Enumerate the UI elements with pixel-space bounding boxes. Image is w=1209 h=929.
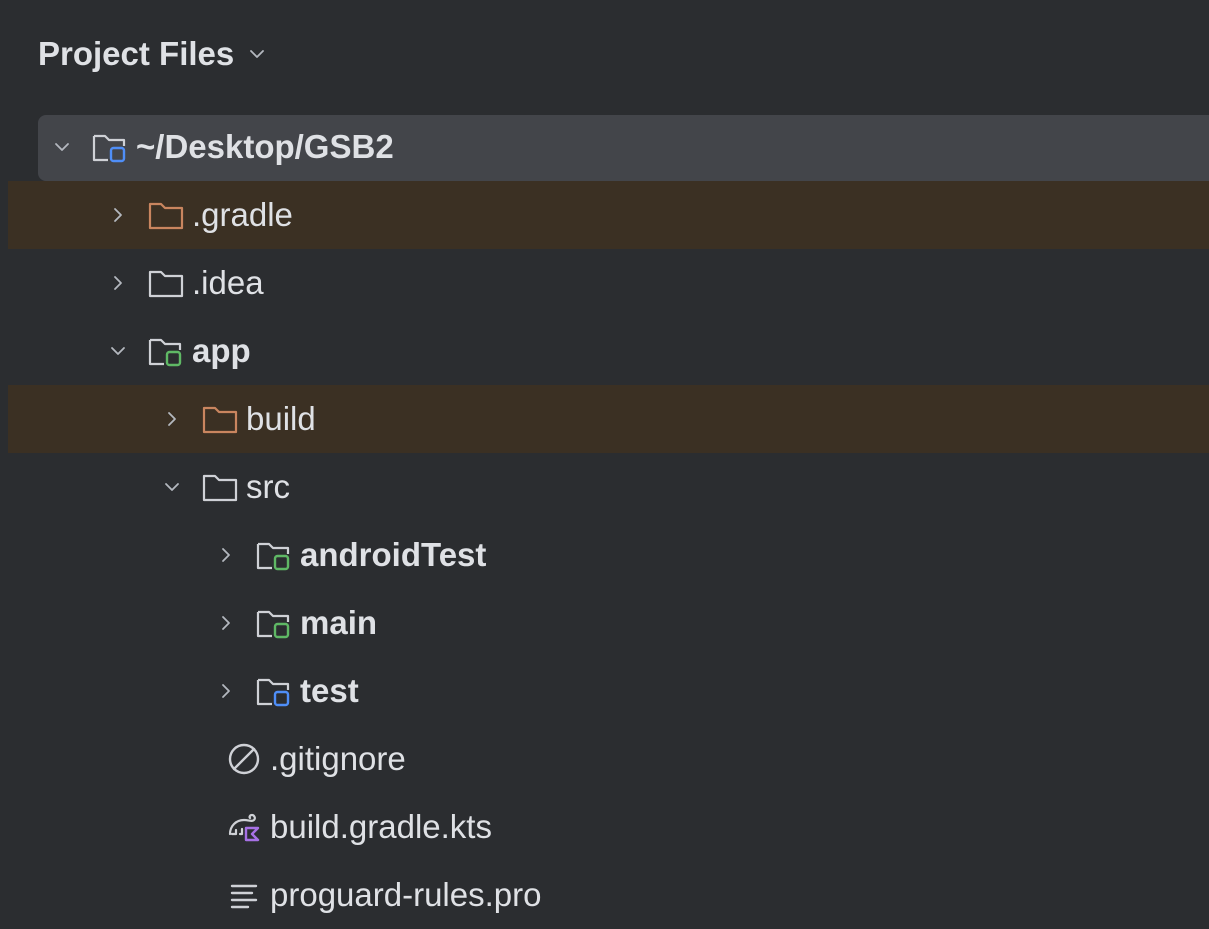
project-files-panel: Project Files ~/Desktop/GSB2 .gradle .id…: [8, 8, 1209, 920]
chevron-right-icon[interactable]: [106, 203, 130, 227]
project-tree: ~/Desktop/GSB2 .gradle .idea app build s…: [8, 113, 1209, 929]
tree-label-idea: .idea: [192, 264, 264, 301]
tree-row-build-gradle-kts[interactable]: build.gradle.kts: [8, 793, 1209, 861]
chevron-right-icon[interactable]: [214, 543, 238, 567]
tree-label-gitignore: .gitignore: [270, 740, 406, 777]
tree-label-proguard: proguard-rules.pro: [270, 876, 542, 913]
tree-row-build[interactable]: build: [8, 385, 1209, 453]
tree-label-app: app: [192, 332, 251, 369]
module-folder-icon: [90, 127, 134, 167]
ignore-file-icon: [224, 739, 268, 779]
tree-row-proguard[interactable]: proguard-rules.pro: [8, 861, 1209, 929]
project-view-selector[interactable]: Project Files: [38, 30, 266, 78]
module-folder-icon: [254, 603, 298, 643]
tree-label-build-gradle-kts: build.gradle.kts: [270, 808, 492, 845]
chevron-down-icon[interactable]: [106, 339, 130, 363]
tree-row-idea[interactable]: .idea: [8, 249, 1209, 317]
chevron-down-icon[interactable]: [50, 135, 74, 159]
tree-label-src: src: [246, 468, 290, 505]
tree-row-root[interactable]: ~/Desktop/GSB2: [8, 113, 1209, 181]
module-folder-icon: [146, 331, 190, 371]
folder-icon: [200, 467, 244, 507]
tree-row-gradle[interactable]: .gradle: [8, 181, 1209, 249]
chevron-down-icon[interactable]: [160, 475, 184, 499]
tree-label-root: ~/Desktop/GSB2: [136, 128, 394, 165]
folder-icon: [146, 263, 190, 303]
tree-label-test: test: [300, 672, 359, 709]
gradle-kts-icon: [224, 807, 268, 847]
tree-label-build: build: [246, 400, 316, 437]
chevron-right-icon[interactable]: [214, 679, 238, 703]
tree-row-androidtest[interactable]: androidTest: [8, 521, 1209, 589]
folder-icon: [146, 195, 190, 235]
tree-row-app[interactable]: app: [8, 317, 1209, 385]
tree-label-gradle: .gradle: [192, 196, 293, 233]
chevron-right-icon[interactable]: [106, 271, 130, 295]
module-folder-icon: [254, 535, 298, 575]
tree-row-gitignore[interactable]: .gitignore: [8, 725, 1209, 793]
folder-icon: [200, 399, 244, 439]
chevron-right-icon[interactable]: [160, 407, 184, 431]
panel-title: Project Files: [38, 35, 235, 72]
tree-row-src[interactable]: src: [8, 453, 1209, 521]
tree-label-main: main: [300, 604, 378, 641]
tree-label-androidtest: androidTest: [300, 536, 487, 573]
tree-row-test[interactable]: test: [8, 657, 1209, 725]
module-folder-icon: [254, 671, 298, 711]
chevron-right-icon[interactable]: [214, 611, 238, 635]
text-file-icon: [224, 875, 268, 915]
tree-row-main[interactable]: main: [8, 589, 1209, 657]
chevron-down-icon: [248, 41, 266, 68]
